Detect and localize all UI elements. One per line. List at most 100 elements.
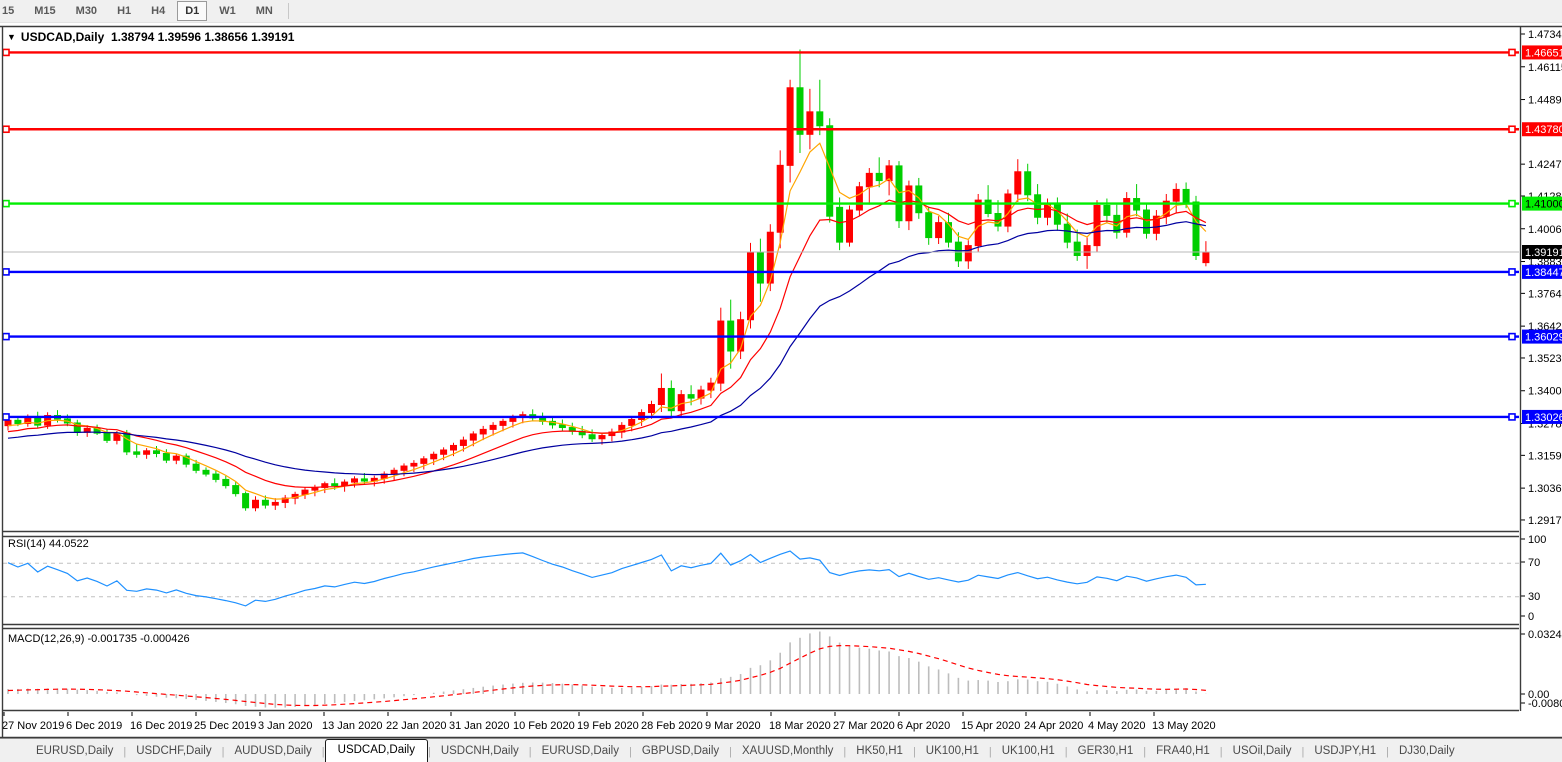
hline-handle[interactable] <box>3 126 9 132</box>
candle <box>421 459 427 464</box>
tab-USDJPY-H1[interactable]: USDJPY,H1 <box>1304 741 1386 762</box>
svg-text:1.43780: 1.43780 <box>1525 124 1562 136</box>
hline-handle[interactable] <box>3 334 9 340</box>
candle <box>777 165 783 232</box>
candle <box>441 450 447 454</box>
candle <box>470 434 476 440</box>
svg-text:1.47340: 1.47340 <box>1528 29 1562 41</box>
candle <box>599 436 605 439</box>
candle <box>926 213 932 238</box>
timeframe-MN[interactable]: MN <box>248 1 281 21</box>
candle <box>1064 224 1070 242</box>
candle <box>688 395 694 398</box>
hline-handle[interactable] <box>1509 269 1515 275</box>
tab-USDCHF-Daily[interactable]: USDCHF,Daily <box>126 741 221 762</box>
hline-handle[interactable] <box>1509 201 1515 207</box>
timeframe-H4[interactable]: H4 <box>143 1 173 21</box>
tab-DJ30-Daily[interactable]: DJ30,Daily <box>1389 741 1465 762</box>
candle <box>807 112 813 134</box>
candle <box>876 173 882 180</box>
svg-text:1.38447: 1.38447 <box>1525 267 1562 279</box>
svg-text:1.35230: 1.35230 <box>1528 353 1562 365</box>
tab-AUDUSD-Daily[interactable]: AUDUSD,Daily <box>224 741 321 762</box>
svg-text:100: 100 <box>1528 534 1546 546</box>
tab-GER30-H1[interactable]: GER30,H1 <box>1068 741 1144 762</box>
macd-indicator-label: MACD(12,26,9) -0.001735 -0.000426 <box>8 633 190 645</box>
date-label: 18 Mar 2020 <box>769 720 831 732</box>
tab-USDCNH-Daily[interactable]: USDCNH,Daily <box>431 741 529 762</box>
date-label: 6 Apr 2020 <box>897 720 950 732</box>
candle <box>866 173 872 186</box>
hline-handle[interactable] <box>3 414 9 420</box>
date-label: 3 Jan 2020 <box>258 720 312 732</box>
hline-handle[interactable] <box>1509 49 1515 55</box>
candle <box>460 440 466 445</box>
tab-FRA40-H1[interactable]: FRA40,H1 <box>1146 741 1220 762</box>
candle <box>1173 189 1179 201</box>
hline-handle[interactable] <box>1509 126 1515 132</box>
chart-canvas: 1.473401.461151.448901.424751.412851.400… <box>0 0 1562 740</box>
candle <box>1104 205 1110 215</box>
candle <box>837 207 843 242</box>
svg-text:1.33026: 1.33026 <box>1525 412 1562 424</box>
tab-UK100-H1[interactable]: UK100,H1 <box>916 741 989 762</box>
tab-HK50-H1[interactable]: HK50,H1 <box>846 741 913 762</box>
tab-XAUUSD-Monthly[interactable]: XAUUSD,Monthly <box>732 741 843 762</box>
timeframe-M15[interactable]: M15 <box>26 1 63 21</box>
candle <box>738 320 744 351</box>
candle <box>15 420 21 423</box>
svg-text:1.39191: 1.39191 <box>1525 247 1562 259</box>
tab-USDCAD-Daily[interactable]: USDCAD,Daily <box>325 739 428 762</box>
timeframe-toolbar: 15M15M30H1H4D1W1MN <box>0 0 1562 23</box>
timeframe-W1[interactable]: W1 <box>211 1 244 21</box>
tab-UK100-H1[interactable]: UK100,H1 <box>992 741 1065 762</box>
hline-handle[interactable] <box>1509 414 1515 420</box>
timeframe-H1[interactable]: H1 <box>109 1 139 21</box>
candle <box>658 388 664 404</box>
candle <box>847 210 853 242</box>
timeframe-D1[interactable]: D1 <box>177 1 207 21</box>
tab-USOil-Daily[interactable]: USOil,Daily <box>1223 741 1302 762</box>
tab-EURUSD-Daily[interactable]: EURUSD,Daily <box>26 741 123 762</box>
candle <box>589 435 595 439</box>
candle <box>35 418 41 425</box>
date-label: 13 Jan 2020 <box>322 720 383 732</box>
tab-GBPUSD-Daily[interactable]: GBPUSD,Daily <box>632 741 729 762</box>
hline-handle[interactable] <box>3 49 9 55</box>
candle <box>1054 204 1060 224</box>
hline-handle[interactable] <box>3 269 9 275</box>
timeframe-15[interactable]: 15 <box>0 1 22 21</box>
candle <box>797 88 803 135</box>
chart-ohlc-values: 1.38794 1.39596 1.38656 1.39191 <box>111 30 295 44</box>
svg-text:1.29175: 1.29175 <box>1528 515 1562 527</box>
candle <box>104 433 110 440</box>
date-label: 13 May 2020 <box>1152 720 1216 732</box>
candle <box>233 486 239 494</box>
trading-terminal: 15M15M30H1H4D1W1MN 1.473401.461151.44890… <box>0 0 1562 762</box>
candle <box>916 186 922 213</box>
symbol-dropdown-icon[interactable]: ▼ <box>7 32 16 42</box>
candle <box>480 429 486 434</box>
date-label: 19 Feb 2020 <box>577 720 639 732</box>
candle <box>856 187 862 210</box>
candle <box>411 463 417 466</box>
tab-EURUSD-Daily[interactable]: EURUSD,Daily <box>532 741 629 762</box>
date-label: 31 Jan 2020 <box>449 720 510 732</box>
candle <box>649 405 655 413</box>
hline-handle[interactable] <box>1509 334 1515 340</box>
date-label: 10 Feb 2020 <box>513 720 575 732</box>
timeframe-M30[interactable]: M30 <box>68 1 105 21</box>
candle <box>401 466 407 470</box>
candle <box>975 200 981 245</box>
hline-handle[interactable] <box>3 201 9 207</box>
candle <box>134 452 140 454</box>
date-label: 24 Apr 2020 <box>1024 720 1083 732</box>
candle <box>767 232 773 283</box>
candle <box>1035 195 1041 217</box>
candle <box>500 421 506 425</box>
svg-text:1.42475: 1.42475 <box>1528 159 1562 171</box>
rsi-indicator-label: RSI(14) 44.0522 <box>8 538 89 550</box>
candle <box>361 479 367 481</box>
svg-text:1.31590: 1.31590 <box>1528 450 1562 462</box>
candle <box>678 395 684 411</box>
